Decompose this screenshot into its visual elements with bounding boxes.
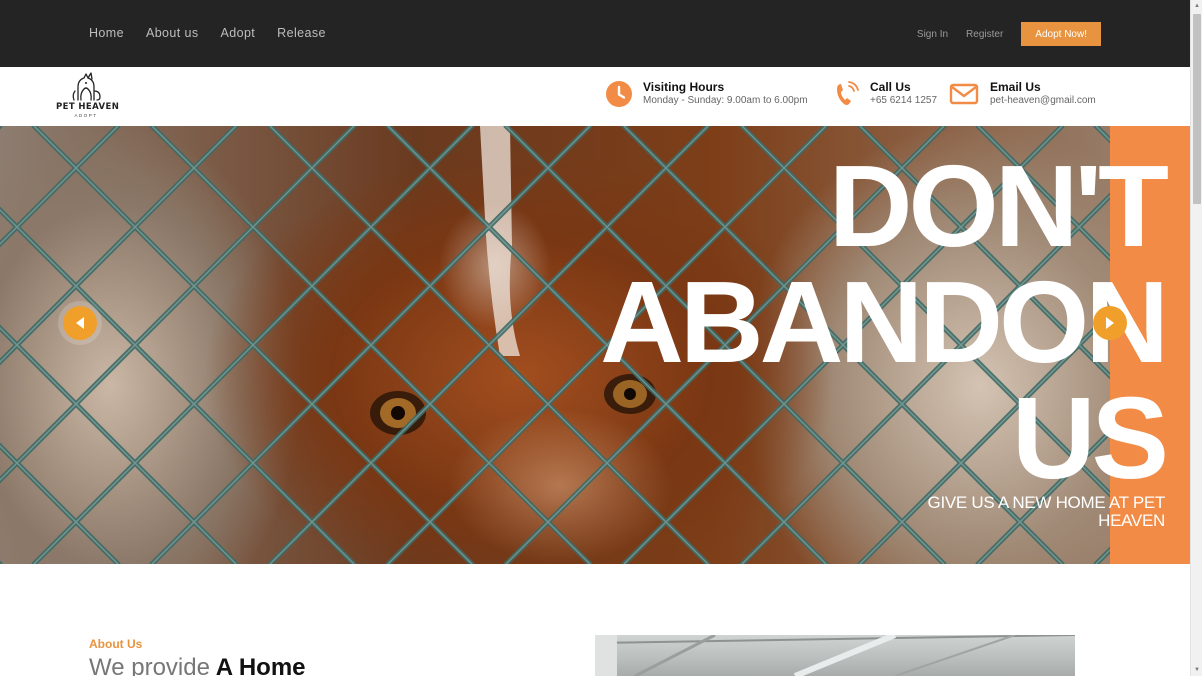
adopt-now-button[interactable]: Adopt Now!	[1021, 22, 1101, 46]
hero-carousel: DON'T ABANDON US GIVE US A NEW HOME AT P…	[0, 126, 1190, 564]
hero-headline-line: ABANDON	[600, 257, 1169, 387]
about-title-light: We provide	[89, 654, 210, 676]
visiting-hours-text: Monday - Sunday: 9.00am to 6.00pm	[643, 95, 808, 106]
about-title-strong: A Home	[215, 654, 306, 676]
main-nav: Home About us Adopt Release	[89, 26, 326, 40]
email-us-info: Email Us pet-heaven@gmail.com	[948, 80, 1096, 108]
info-header: PET HEAVEN ADOPT Visiting Hours Monday -…	[0, 67, 1190, 126]
nav-link-adopt[interactable]: Adopt	[221, 26, 256, 40]
phone-icon[interactable]	[832, 80, 860, 108]
account-links: Sign In Register Adopt Now!	[917, 22, 1101, 46]
scrollbar-thumb[interactable]	[1193, 14, 1201, 204]
visiting-hours-info: Visiting Hours Monday - Sunday: 9.00am t…	[605, 80, 808, 108]
top-navbar: Home About us Adopt Release Sign In Regi…	[0, 0, 1190, 67]
about-us-tag: About Us	[89, 637, 143, 651]
email-address[interactable]: pet-heaven@gmail.com	[990, 95, 1096, 107]
pet-heaven-logo[interactable]: PET HEAVEN ADOPT	[56, 71, 120, 125]
sign-in-link[interactable]: Sign In	[917, 29, 948, 40]
nav-link-about-us[interactable]: About us	[146, 26, 199, 40]
brand-tagline: ADOPT	[74, 113, 98, 118]
about-title: We provide A Home	[89, 654, 306, 676]
hero-subheadline: GIVE US A NEW HOME AT PET HEAVEN	[927, 493, 1166, 530]
register-link[interactable]: Register	[966, 29, 1003, 40]
nav-link-release[interactable]: Release	[277, 26, 326, 40]
visiting-hours-title: Visiting Hours	[643, 80, 725, 94]
hero-headline-line: DON'T	[828, 141, 1169, 271]
arrow-right-icon	[1106, 317, 1114, 329]
carousel-prev-button[interactable]	[63, 306, 97, 340]
call-us-number[interactable]: +65 6214 1257	[870, 95, 937, 107]
shelter-interior-image	[595, 635, 1075, 676]
clock-icon	[605, 80, 633, 108]
hero-headline-line: US	[1011, 373, 1169, 503]
dog-cat-logo-icon	[72, 72, 101, 101]
brand-name: PET HEAVEN	[56, 102, 120, 112]
envelope-icon[interactable]	[948, 80, 980, 108]
nav-link-home[interactable]: Home	[89, 26, 124, 40]
scroll-up-icon[interactable]: ▲	[1191, 0, 1202, 12]
carousel-next-button[interactable]	[1093, 306, 1127, 340]
email-us-title: Email Us	[990, 80, 1041, 94]
call-us-title: Call Us	[870, 80, 911, 94]
page-scrollbar[interactable]: ▲ ▼	[1190, 0, 1202, 676]
arrow-left-icon	[76, 317, 84, 329]
scroll-down-icon[interactable]: ▼	[1191, 664, 1202, 676]
call-us-info: Call Us +65 6214 1257	[832, 80, 937, 108]
hero-headline: DON'T ABANDON US	[600, 141, 1169, 503]
